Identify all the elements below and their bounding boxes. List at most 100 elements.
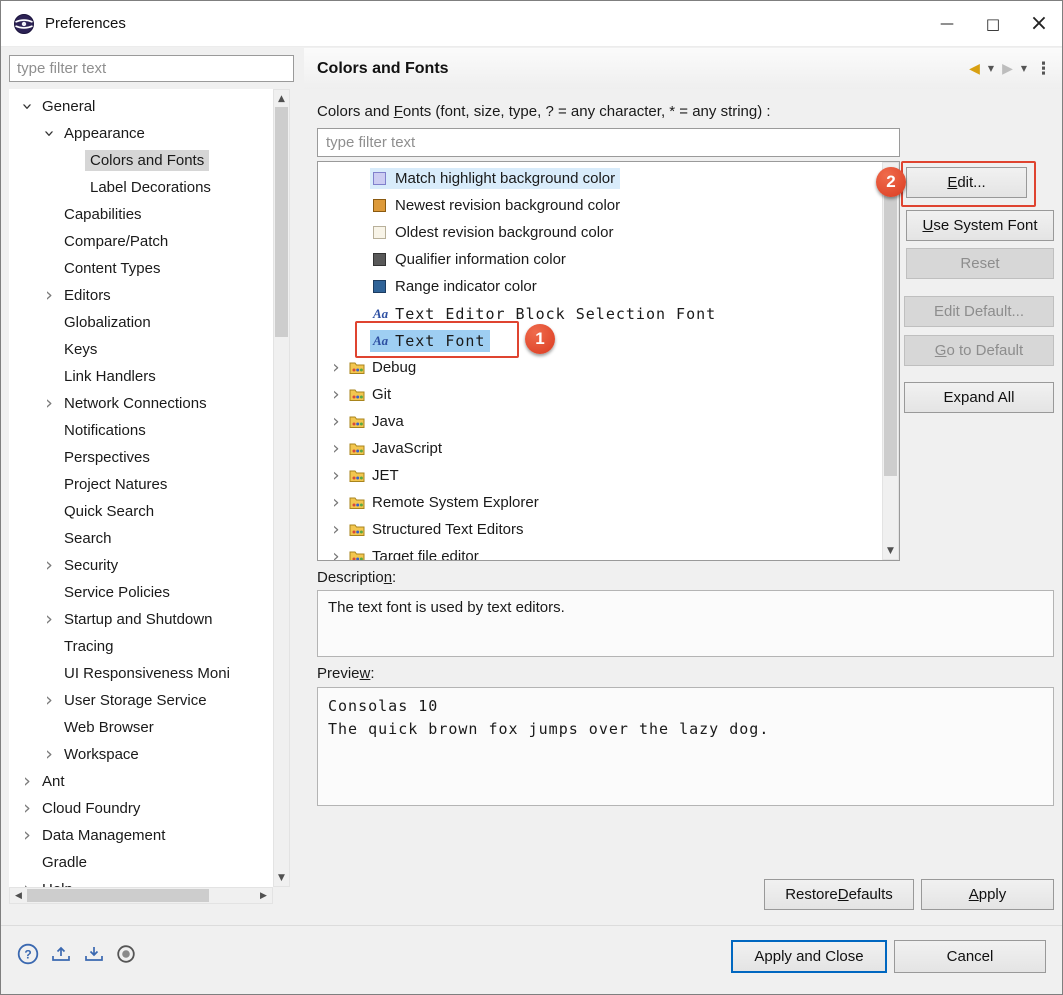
minimize-icon[interactable]: — <box>924 1 970 46</box>
apply-button[interactable]: Apply <box>921 879 1054 910</box>
colors-fonts-list-item[interactable]: JET <box>318 462 899 489</box>
sidebar-tree-item[interactable]: Editors <box>9 282 273 309</box>
back-history-dropdown-icon[interactable] <box>988 64 994 73</box>
sidebar-tree-item[interactable]: Keys <box>9 336 273 363</box>
colors-fonts-filter-input[interactable] <box>317 128 900 157</box>
tree-expander-icon[interactable] <box>39 309 59 336</box>
colors-fonts-list-item[interactable]: Structured Text Editors <box>318 516 899 543</box>
tree-expander-icon[interactable] <box>39 714 59 741</box>
sidebar-tree-item[interactable]: Security <box>9 552 273 579</box>
sidebar-tree-item[interactable]: Project Natures <box>9 471 273 498</box>
sidebar-tree-item[interactable]: General <box>9 93 273 120</box>
sidebar-tree-item[interactable]: Content Types <box>9 255 273 282</box>
tree-expander-icon[interactable] <box>39 498 59 525</box>
tree-expander-icon[interactable] <box>39 741 59 768</box>
scroll-left-icon[interactable] <box>10 888 27 903</box>
colors-fonts-list-item[interactable]: Match highlight background color <box>318 165 899 192</box>
sidebar-vertical-scrollbar[interactable] <box>273 89 290 887</box>
sidebar-tree-item[interactable]: Workspace <box>9 741 273 768</box>
sidebar-tree-item[interactable]: Tracing <box>9 633 273 660</box>
sidebar-tree-item[interactable]: Link Handlers <box>9 363 273 390</box>
forward-history-dropdown-icon[interactable] <box>1021 64 1027 73</box>
tree-expander-icon[interactable] <box>39 444 59 471</box>
sidebar-tree-item[interactable]: UI Responsiveness Moni <box>9 660 273 687</box>
help-icon[interactable]: ? <box>17 943 39 965</box>
sidebar-tree-item[interactable]: Globalization <box>9 309 273 336</box>
tree-expander-icon[interactable] <box>39 471 59 498</box>
colors-fonts-list-item[interactable]: Remote System Explorer <box>318 489 899 516</box>
sidebar-tree-item[interactable]: Appearance <box>9 120 273 147</box>
forward-arrow-icon[interactable] <box>1002 61 1013 77</box>
import-preferences-icon[interactable] <box>83 945 105 963</box>
category-expander-icon[interactable] <box>328 386 344 404</box>
sidebar-tree-item[interactable]: Ant <box>9 768 273 795</box>
sidebar-tree-item[interactable]: Startup and Shutdown <box>9 606 273 633</box>
tree-expander-icon[interactable] <box>39 417 59 444</box>
colors-fonts-list-item[interactable]: JavaScript <box>318 435 899 462</box>
sidebar-tree-item[interactable]: Notifications <box>9 417 273 444</box>
colors-fonts-list-item[interactable]: Git <box>318 381 899 408</box>
colors-fonts-list-item[interactable]: Qualifier information color <box>318 246 899 273</box>
scroll-down-icon[interactable] <box>274 869 289 886</box>
tree-expander-icon[interactable] <box>39 363 59 390</box>
category-expander-icon[interactable] <box>328 440 344 458</box>
scroll-up-icon[interactable] <box>274 90 289 107</box>
scroll-right-icon[interactable] <box>255 888 272 903</box>
sidebar-tree-item[interactable]: User Storage Service <box>9 687 273 714</box>
tree-expander-icon[interactable] <box>39 525 59 552</box>
maximize-icon[interactable]: □ <box>970 1 1016 46</box>
colors-fonts-list-item[interactable]: Debug <box>318 354 899 381</box>
sidebar-horizontal-scrollbar[interactable] <box>9 887 273 904</box>
tree-expander-icon[interactable] <box>39 687 59 714</box>
tree-expander-icon[interactable] <box>39 336 59 363</box>
category-expander-icon[interactable] <box>328 413 344 431</box>
category-expander-icon[interactable] <box>328 467 344 485</box>
sidebar-tree-item[interactable]: Network Connections <box>9 390 273 417</box>
tree-expander-icon[interactable] <box>17 849 37 876</box>
view-menu-icon[interactable] <box>1035 59 1052 79</box>
colors-fonts-list-item[interactable]: Range indicator color <box>318 273 899 300</box>
tree-expander-icon[interactable] <box>39 120 59 147</box>
sidebar-tree-item[interactable]: Perspectives <box>9 444 273 471</box>
colors-fonts-list-item[interactable]: Newest revision background color <box>318 192 899 219</box>
tree-expander-icon[interactable] <box>39 633 59 660</box>
sidebar-tree-item[interactable]: Compare/Patch <box>9 228 273 255</box>
tree-expander-icon[interactable] <box>65 174 85 201</box>
sidebar-filter-input[interactable] <box>9 55 294 82</box>
sidebar-tree-item[interactable]: Quick Search <box>9 498 273 525</box>
restore-defaults-button[interactable]: Restore Defaults <box>764 879 914 910</box>
tree-expander-icon[interactable] <box>39 255 59 282</box>
scroll-down-icon[interactable] <box>883 542 898 559</box>
tree-expander-icon[interactable] <box>39 660 59 687</box>
back-arrow-icon[interactable] <box>969 61 980 77</box>
sidebar-tree-item[interactable]: Service Policies <box>9 579 273 606</box>
cancel-button[interactable]: Cancel <box>894 940 1046 973</box>
sidebar-tree-item[interactable]: Label Decorations <box>9 174 273 201</box>
tree-expander-icon[interactable] <box>39 606 59 633</box>
colors-fonts-list-item[interactable]: Target file editor <box>318 543 899 561</box>
category-expander-icon[interactable] <box>328 521 344 539</box>
scrollbar-thumb[interactable] <box>27 889 209 902</box>
category-expander-icon[interactable] <box>328 359 344 377</box>
sidebar-tree-item[interactable]: Web Browser <box>9 714 273 741</box>
tree-expander-icon[interactable] <box>17 876 37 887</box>
expand-all-button[interactable]: Expand All <box>904 382 1054 413</box>
tree-expander-icon[interactable] <box>39 201 59 228</box>
tree-expander-icon[interactable] <box>39 552 59 579</box>
tree-expander-icon[interactable] <box>65 147 85 174</box>
tree-expander-icon[interactable] <box>17 93 37 120</box>
sidebar-tree-item[interactable]: Data Management <box>9 822 273 849</box>
list-vertical-scrollbar[interactable] <box>882 162 899 560</box>
tree-expander-icon[interactable] <box>17 768 37 795</box>
close-icon[interactable]: × <box>1016 1 1062 46</box>
tree-expander-icon[interactable] <box>17 822 37 849</box>
preference-recorder-icon[interactable] <box>116 944 136 964</box>
tree-expander-icon[interactable] <box>39 228 59 255</box>
sidebar-tree-item[interactable]: Search <box>9 525 273 552</box>
sidebar-tree-item[interactable]: Capabilities <box>9 201 273 228</box>
sidebar-tree-item[interactable]: Colors and Fonts <box>9 147 273 174</box>
colors-fonts-list-item[interactable]: Java <box>318 408 899 435</box>
use-system-font-button[interactable]: Use System Font <box>906 210 1054 241</box>
sidebar-tree-item[interactable]: Help <box>9 876 273 887</box>
export-preferences-icon[interactable] <box>50 945 72 963</box>
